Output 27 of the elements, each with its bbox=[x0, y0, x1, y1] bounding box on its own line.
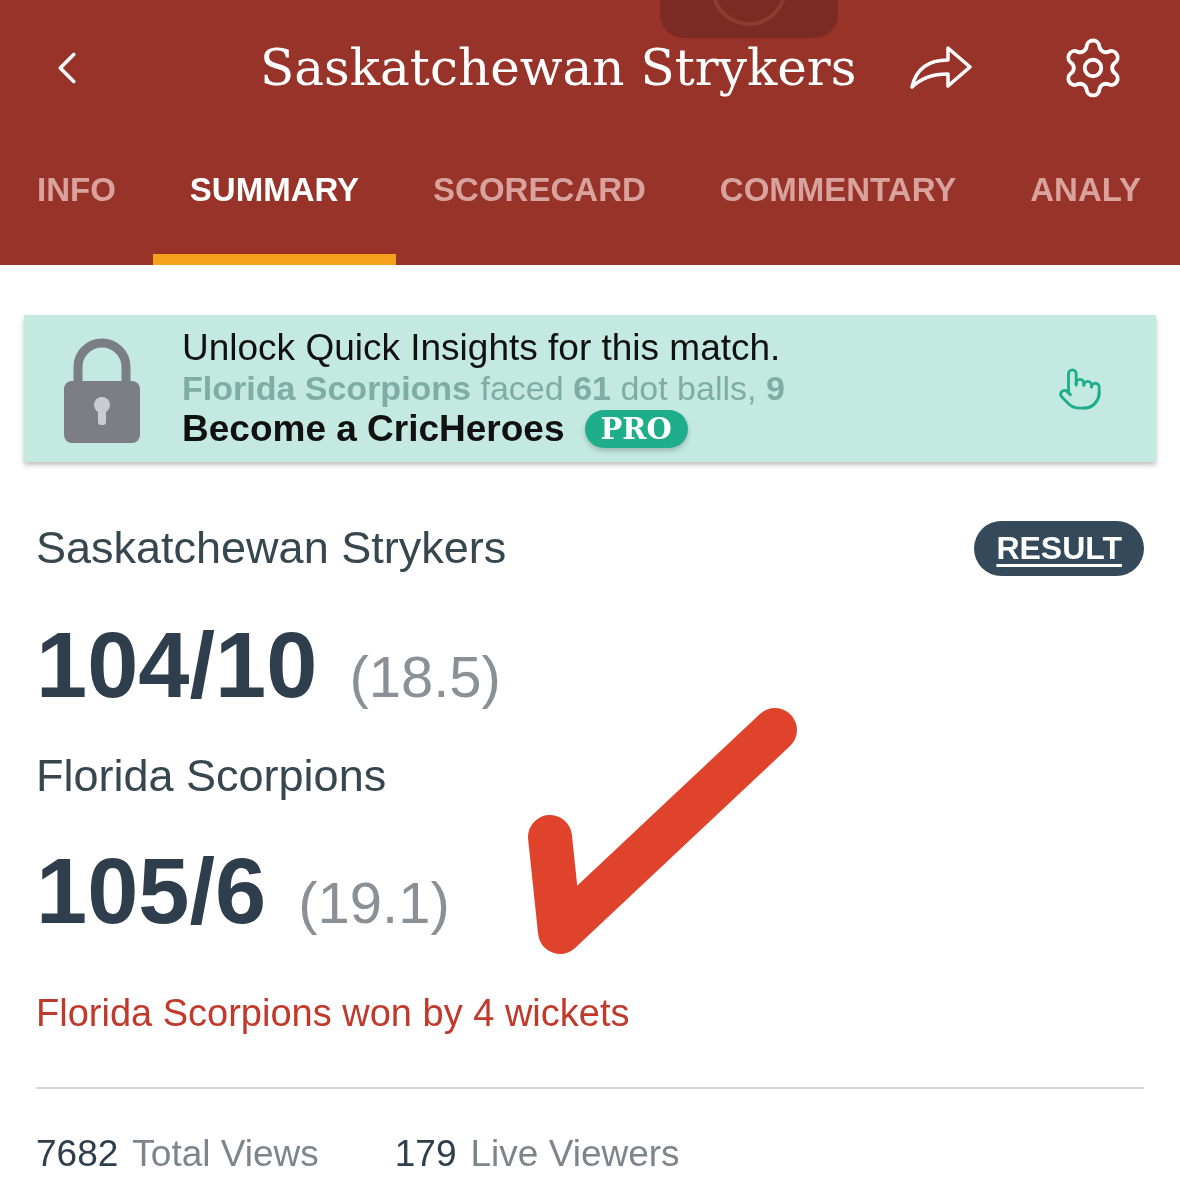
tab[interactable]: COMMENTARY bbox=[682, 136, 994, 265]
banner-text: Unlock Quick Insights for this match. bbox=[182, 328, 781, 367]
stat-label: Total Views bbox=[132, 1132, 319, 1176]
overs-text: (19.1) bbox=[298, 869, 450, 937]
check-mark-icon bbox=[528, 708, 797, 954]
share-icon bbox=[910, 45, 973, 91]
faded-insight-text: Florida Scorpions faced 61 dot balls, 9 bbox=[182, 369, 785, 406]
pro-badge: PRO bbox=[584, 409, 688, 448]
score-text: 105/6 bbox=[36, 839, 267, 944]
stat-value: 7682 bbox=[36, 1132, 119, 1176]
team-name: Saskatchewan Strykers bbox=[36, 522, 507, 574]
tab[interactable]: SUMMARY bbox=[152, 136, 397, 265]
stat-label: Live Viewers bbox=[470, 1132, 680, 1176]
match-result-text: Florida Scorpions won by 4 wickets bbox=[36, 991, 630, 1036]
upgrade-banner[interactable]: Unlock Quick Insights for this match. Florida Scorpions faced 61 dot balls, 9 Become a CricHeroes PRO bbox=[24, 315, 1156, 462]
team-title: Saskatchewan Strykers bbox=[260, 39, 857, 97]
tab[interactable]: SCORECARD bbox=[396, 136, 683, 265]
tab[interactable]: INFO bbox=[0, 136, 153, 265]
score-text: 104/10 bbox=[36, 613, 318, 718]
pointer-hand-icon bbox=[1057, 365, 1103, 412]
overs-text: (18.5) bbox=[349, 643, 501, 711]
result-badge: RESULT bbox=[974, 520, 1144, 576]
banner-heading: Become a CricHeroes bbox=[182, 408, 565, 449]
share-button[interactable] bbox=[910, 45, 973, 91]
team-name: Florida Scorpions bbox=[36, 750, 387, 802]
stat-value: 179 bbox=[394, 1132, 457, 1176]
tab[interactable]: ANALY bbox=[993, 136, 1178, 265]
